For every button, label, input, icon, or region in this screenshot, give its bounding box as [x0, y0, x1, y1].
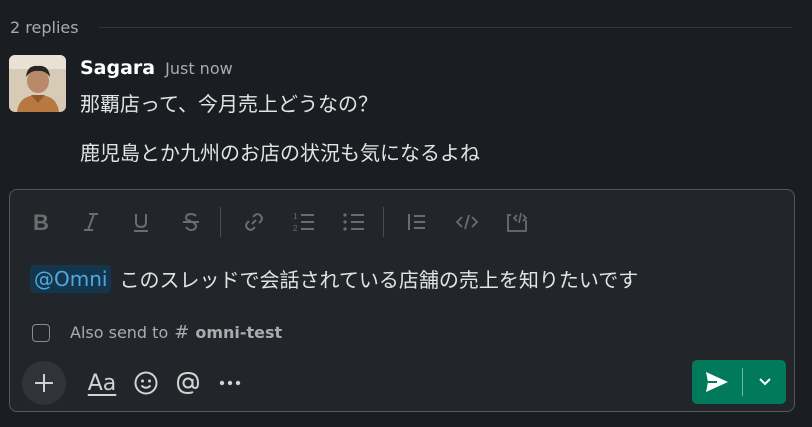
italic-icon[interactable]	[74, 205, 108, 239]
bulleted-list-icon[interactable]	[337, 205, 371, 239]
thread-view: 2 replies Sagara Just now 那覇店って、今月売上どうなの…	[0, 0, 812, 427]
avatar[interactable]	[9, 55, 66, 112]
replies-count: 2 replies	[10, 17, 79, 37]
svg-text:B: B	[33, 211, 49, 233]
channel-name: omni-test	[195, 323, 283, 342]
svg-text:1: 1	[293, 212, 298, 221]
link-icon[interactable]	[237, 205, 271, 239]
emoji-button[interactable]	[128, 365, 164, 401]
message-input[interactable]: @Omni このスレッドで会話されている店舗の売上を知りたいです	[30, 264, 638, 293]
toolbar-separator	[220, 207, 221, 237]
more-actions-button[interactable]	[212, 365, 248, 401]
message-text-line: 那覇店って、今月売上どうなの？	[80, 92, 378, 116]
text-format-icon: Aa	[87, 370, 117, 396]
toolbar-separator	[383, 207, 384, 237]
composer-actions: Aa	[22, 361, 254, 405]
schedule-send-button[interactable]	[743, 360, 786, 404]
ellipsis-icon	[219, 380, 241, 386]
smiley-icon	[134, 371, 158, 395]
blockquote-icon[interactable]	[400, 205, 434, 239]
channel-hash-icon: #	[174, 322, 190, 343]
strikethrough-icon[interactable]	[174, 205, 208, 239]
input-text: このスレッドで会話されている店舗の売上を知りたいです	[119, 268, 639, 292]
underline-icon[interactable]	[124, 205, 158, 239]
attach-button[interactable]	[22, 361, 66, 405]
message-composer: B 12 @Omni このスレッドで会話されている店舗の売上を知りたいです Al…	[9, 189, 795, 412]
format-toggle-button[interactable]: Aa	[82, 365, 122, 401]
at-sign-icon	[176, 371, 200, 395]
mention-token[interactable]: @Omni	[30, 264, 112, 293]
ordered-list-icon[interactable]: 12	[287, 205, 321, 239]
message-header: Sagara Just now	[80, 57, 233, 79]
send-button-group	[692, 360, 786, 404]
also-send-checkbox[interactable]	[32, 323, 50, 342]
message-text-line: 鹿児島とか九州のお店の状況も気になるよね	[80, 141, 480, 165]
avatar-image	[9, 55, 66, 112]
svg-text:2: 2	[293, 224, 298, 233]
message-timestamp[interactable]: Just now	[165, 59, 233, 78]
code-block-icon[interactable]	[500, 205, 534, 239]
mention-button[interactable]	[170, 365, 206, 401]
author-name[interactable]: Sagara	[80, 57, 155, 79]
paper-plane-icon	[706, 372, 728, 392]
plus-icon	[35, 374, 53, 392]
code-icon[interactable]	[450, 205, 484, 239]
bold-icon[interactable]: B	[24, 205, 58, 239]
divider-line	[98, 26, 792, 28]
also-send-option: Also send to # omni-test	[32, 322, 282, 343]
also-send-label: Also send to	[70, 323, 169, 342]
formatting-toolbar: B 12	[24, 204, 550, 240]
send-button[interactable]	[692, 360, 742, 404]
replies-divider: 2 replies	[10, 14, 812, 40]
chevron-down-icon	[758, 378, 771, 386]
